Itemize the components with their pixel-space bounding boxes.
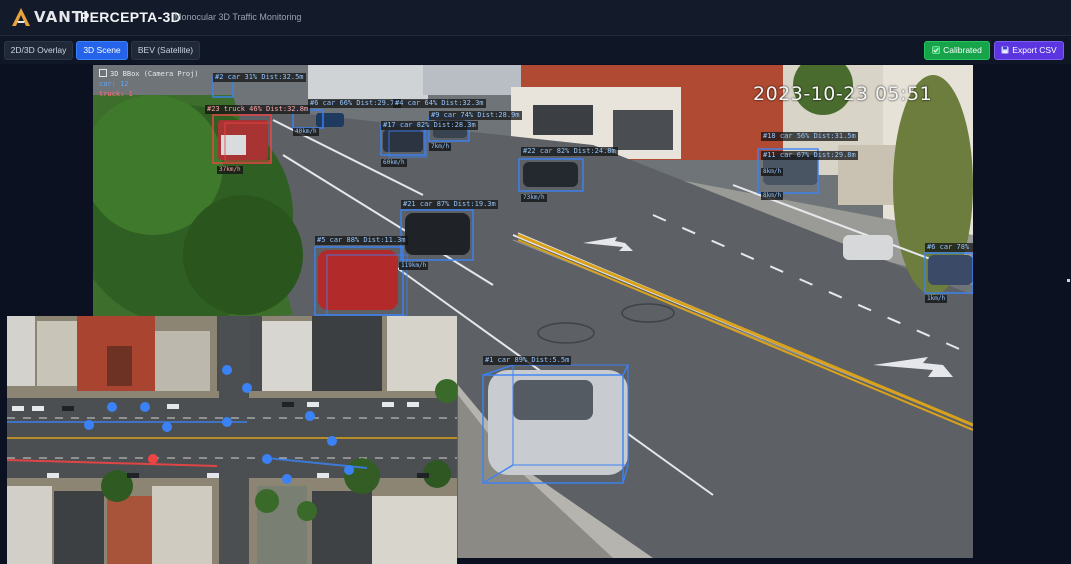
satellite-map-graphic [7,316,457,564]
detection-label: #5 car 88% Dist:11.3m [315,236,408,245]
detection-label: #2 car 31% Dist:32.5m [213,73,306,82]
speed-tag: 37km/h [217,166,243,174]
scene-legend: 3D BBox (Camera Proj) car: 12 truck: 1 [99,69,199,99]
logo-mark-icon [12,8,30,26]
export-csv-button[interactable]: Export CSV [994,41,1064,60]
video-timestamp: 2023-10-23 05:51 [753,83,933,105]
legend-title: 3D BBox (Camera Proj) [110,70,199,78]
legend-car-count: car: 12 [99,80,129,88]
detection-label: #21 car 87% Dist:19.3m [401,200,498,209]
detection-label: #6 car 78% Dist:18.9m [925,243,973,252]
detection-label: #22 car 82% Dist:24.8m [521,147,618,156]
detection-label: #11 car 67% Dist:29.8m [761,151,858,160]
speed-tag: 73km/h [521,194,547,202]
speed-tag: 8km/h [761,192,784,200]
detection-label: #17 car 82% Dist:28.3m [381,121,478,130]
legend-checkbox[interactable] [99,69,107,77]
speed-tag: 8km/h [761,168,784,176]
export-csv-label: Export CSV [1012,45,1057,55]
legend-title-row[interactable]: 3D BBox (Camera Proj) [99,69,199,79]
edge-marker [1067,279,1070,282]
calibrated-label: Calibrated [943,45,982,55]
legend-truck-count: truck: 1 [99,90,133,98]
speed-tag: 40km/h [293,128,319,136]
speed-tag: 1km/h [925,295,948,303]
tab-2d-3d-overlay[interactable]: 2D/3D Overlay [4,41,73,60]
app-title: PERCEPTA-3D [80,9,182,25]
detection-label: #18 car 56% Dist:31.5m [761,132,858,141]
check-icon [932,43,940,54]
detection-label: #23 truck 46% Dist:32.8m [205,105,311,114]
app-header: VANTI PERCEPTA-3D Monocular 3D Traffic M… [0,0,1071,36]
app-subtitle: Monocular 3D Traffic Monitoring [174,12,302,22]
tab-bev-satellite[interactable]: BEV (Satellite) [131,41,200,60]
detection-label: #6 car 66% Dist:29.7m [308,99,401,108]
speed-tag: 7km/h [429,143,452,151]
speed-tag: 60km/h [381,159,407,167]
bev-satellite-view[interactable] [7,316,457,564]
detection-label: #4 car 64% Dist:32.3m [393,99,486,108]
save-icon [1001,43,1009,54]
speed-tag: 119km/h [399,262,429,270]
avanti-logo: VANTI [10,6,90,28]
tab-3d-scene[interactable]: 3D Scene [76,41,128,60]
calibrated-button[interactable]: Calibrated [924,41,990,60]
detection-label: #1 car 89% Dist:5.5m [483,356,572,365]
detection-label: #9 car 74% Dist:28.9m [429,111,522,120]
